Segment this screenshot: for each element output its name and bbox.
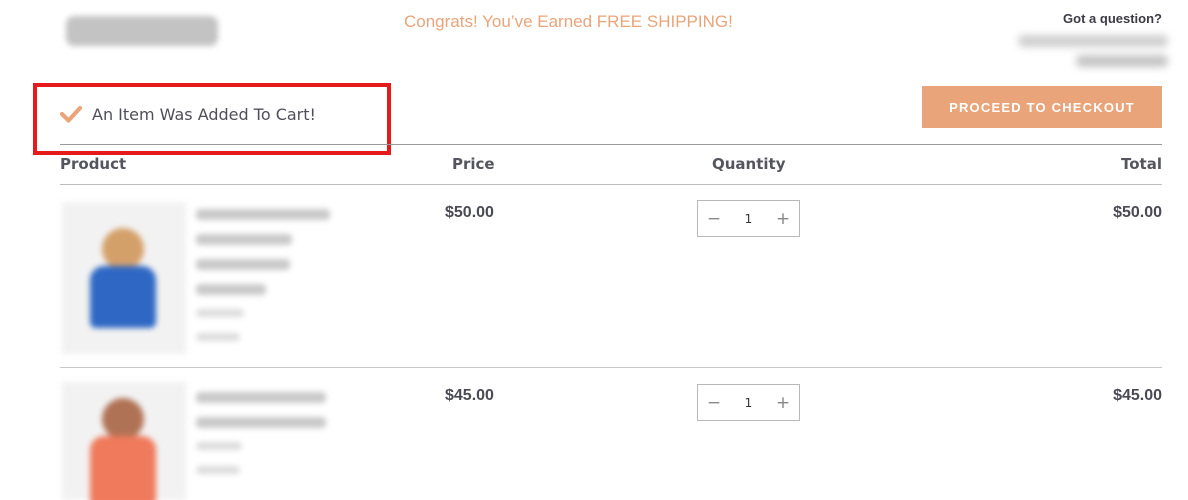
quantity-input[interactable] [730, 201, 767, 236]
line-total: $50.00 [1113, 204, 1162, 221]
free-shipping-banner: Congrats! You’ve Earned FREE SHIPPING! [404, 12, 733, 31]
store-logo[interactable] [62, 10, 230, 54]
contact-info-redacted [1018, 33, 1168, 73]
line-total: $45.00 [1113, 387, 1162, 404]
quantity-decrement-button[interactable]: − [698, 385, 730, 420]
product-thumbnail[interactable] [62, 202, 186, 354]
quantity-decrement-button[interactable]: − [698, 201, 730, 236]
quantity-input[interactable] [730, 385, 767, 420]
product-description-redacted [196, 392, 336, 488]
got-a-question-label: Got a question? [1063, 11, 1162, 26]
logo-image [66, 16, 218, 46]
product-price: $50.00 [445, 204, 494, 221]
product-description-redacted [196, 209, 336, 355]
column-header-price: Price [452, 155, 495, 173]
table-header-divider [60, 184, 1162, 185]
quantity-stepper[interactable]: − + [697, 384, 800, 421]
thumbnail-figure-body [90, 436, 156, 500]
thumbnail-figure-head [102, 228, 144, 270]
proceed-to-checkout-button[interactable]: PROCEED TO CHECKOUT [922, 86, 1162, 128]
product-price: $45.00 [445, 387, 494, 404]
row-divider [60, 367, 1162, 368]
thumbnail-figure-body [90, 266, 156, 328]
column-header-quantity: Quantity [712, 155, 786, 173]
quantity-stepper[interactable]: − + [697, 200, 800, 237]
column-header-product: Product [60, 155, 127, 173]
product-thumbnail[interactable] [62, 382, 186, 500]
thumbnail-figure-head [102, 398, 144, 440]
table-top-divider [60, 144, 1162, 145]
quantity-increment-button[interactable]: + [767, 385, 799, 420]
quantity-increment-button[interactable]: + [767, 201, 799, 236]
column-header-total: Total [1121, 155, 1162, 173]
